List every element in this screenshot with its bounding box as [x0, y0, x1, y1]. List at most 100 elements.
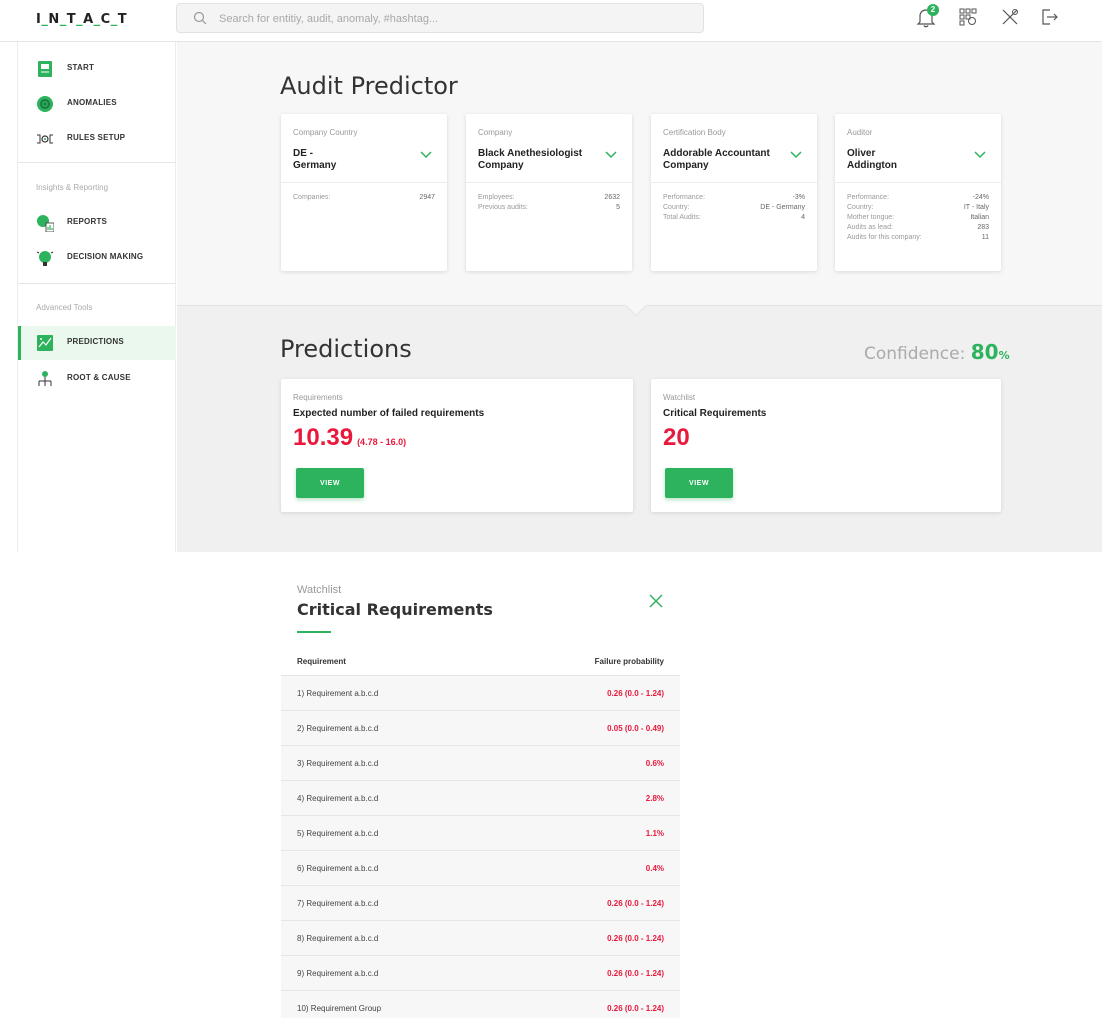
expected-failed-value: 10.39	[293, 424, 354, 451]
card-stats: Employees: 2632 Previous audits: 5	[478, 194, 620, 214]
company-country-select[interactable]: DE - Germany	[293, 148, 413, 172]
apps-button[interactable]	[957, 6, 981, 30]
sidebar-item-label: START	[67, 63, 95, 72]
table-row[interactable]: 5) Requirement a.b.c.d 1.1%	[281, 816, 680, 851]
chevron-down-icon[interactable]	[604, 150, 618, 160]
probability-cell: 0.26 (0.0 - 1.24)	[607, 899, 664, 908]
card-caption: Company Country	[293, 128, 358, 137]
stat-value: Italian	[970, 214, 989, 221]
probability-cell: 0.4%	[645, 864, 664, 873]
card-divider	[281, 182, 447, 183]
critical-requirements-count: 20	[663, 424, 690, 451]
stat-label: Mother tongue:	[847, 214, 895, 221]
certification-body-select[interactable]: Addorable Accountant Company	[663, 148, 783, 172]
prediction-range: (4.78 - 16.0)	[357, 437, 407, 447]
probability-cell: 0.6%	[645, 759, 664, 768]
sidebar-item-decision-making[interactable]: DECISION MAKING	[18, 241, 176, 275]
card-divider	[835, 182, 1001, 183]
sidebar-item-predictions[interactable]: PREDICTIONS	[18, 326, 176, 360]
confidence-unit: %	[998, 349, 1010, 362]
search-input[interactable]	[219, 9, 689, 29]
sidebar-item-label: ROOT & CAUSE	[67, 373, 131, 382]
prediction-value: 20	[663, 424, 690, 452]
requirement-cell: 1) Requirement a.b.c.d	[297, 689, 379, 698]
logout-button[interactable]	[1039, 6, 1063, 30]
table-row[interactable]: 2) Requirement a.b.c.d 0.05 (0.0 - 0.49)	[281, 711, 680, 746]
close-icon[interactable]	[649, 594, 663, 608]
stat-label: Performance:	[663, 194, 706, 201]
card-divider	[651, 182, 817, 183]
view-requirements-button[interactable]: VIEW	[296, 468, 364, 498]
chevron-down-icon[interactable]	[419, 150, 433, 160]
requirement-cell: 2) Requirement a.b.c.d	[297, 724, 379, 733]
card-stats: Performance: -3% Country: DE - Germany Tot…	[663, 194, 805, 224]
sidebar-item-reports[interactable]: REPORTS	[18, 206, 176, 240]
sidebar-item-label: REPORTS	[67, 217, 108, 226]
stat-label: Total Audits:	[663, 214, 701, 221]
anomalies-icon	[37, 96, 53, 112]
tools-button[interactable]	[999, 6, 1023, 30]
requirement-cell: 4) Requirement a.b.c.d	[297, 794, 379, 803]
sidebar-item-root-cause[interactable]: ROOT & CAUSE	[18, 362, 176, 396]
column-header-requirement[interactable]: Requirement	[297, 657, 346, 666]
column-header-failure-probability[interactable]: Failure probability	[595, 657, 664, 666]
app-logo[interactable]: I_N_T_A_C_T	[36, 12, 127, 27]
table-row[interactable]: 3) Requirement a.b.c.d 0.6%	[281, 746, 680, 781]
chevron-down-icon[interactable]	[973, 150, 987, 160]
requirement-cell: 9) Requirement a.b.c.d	[297, 969, 379, 978]
table-row[interactable]: 10) Requirement Group 0.26 (0.0 - 1.24)	[281, 991, 680, 1018]
confidence-value: 80	[970, 340, 999, 364]
sidebar-item-label: PREDICTIONS	[67, 337, 124, 346]
stat-value: -24%	[972, 194, 989, 201]
stat-value: DE - Germany	[760, 204, 805, 211]
table-row[interactable]: 9) Requirement a.b.c.d 0.26 (0.0 - 1.24)	[281, 956, 680, 991]
watchlist-modal: Watchlist Critical Requirements Requirem…	[281, 572, 680, 1018]
company-country-card[interactable]: Company Country DE - Germany Companies: 2…	[281, 114, 447, 271]
notifications-button[interactable]: 2	[915, 4, 939, 30]
table-row[interactable]: 7) Requirement a.b.c.d 0.26 (0.0 - 1.24)	[281, 886, 680, 921]
stat-label: Country:	[663, 204, 690, 211]
sidebar-item-start[interactable]: START	[18, 52, 176, 86]
requirement-cell: 8) Requirement a.b.c.d	[297, 934, 379, 943]
stat-value: 283	[977, 224, 989, 231]
stat-label: Employees:	[478, 194, 515, 201]
stat-value: 5	[616, 204, 620, 211]
notification-badge: 2	[927, 4, 939, 16]
sidebar-divider	[18, 162, 176, 163]
sidebar-divider	[18, 283, 176, 284]
sidebar-item-anomalies[interactable]: ANOMALIES	[18, 87, 176, 121]
stat-value: 11	[981, 234, 989, 241]
table-row[interactable]: 1) Requirement a.b.c.d 0.26 (0.0 - 1.24)	[281, 676, 680, 711]
company-select[interactable]: Black Anethesiologist Company	[478, 148, 598, 172]
auditor-select[interactable]: Oliver Addington	[847, 148, 927, 172]
table-row[interactable]: 4) Requirement a.b.c.d 2.8%	[281, 781, 680, 816]
card-caption: Watchlist	[663, 393, 696, 402]
predictions-title: Predictions	[280, 335, 412, 363]
stat-label: Audits as lead:	[847, 224, 893, 231]
failed-requirements-card: Requirements Expected number of failed r…	[281, 379, 633, 512]
stat-label: Country:	[847, 204, 874, 211]
sidebar-section-advanced: Advanced Tools	[36, 303, 93, 312]
root-cause-icon	[38, 371, 52, 386]
auditor-card[interactable]: Auditor Oliver Addington Performance: -24…	[835, 114, 1001, 271]
table-row[interactable]: 6) Requirement a.b.c.d 0.4%	[281, 851, 680, 886]
predictions-icon	[37, 335, 53, 351]
stat-label: Performance:	[847, 194, 890, 201]
company-card[interactable]: Company Black Anethesiologist Company Em…	[466, 114, 632, 271]
sidebar-item-rules-setup[interactable]: RULES SETUP	[18, 122, 176, 156]
sidebar-section-insights: Insights & Reporting	[36, 183, 109, 192]
critical-requirements-card: Watchlist Critical Requirements 20 VIEW	[651, 379, 1001, 512]
certification-body-card[interactable]: Certification Body Addorable Accountant …	[651, 114, 817, 271]
search-box[interactable]	[176, 3, 704, 33]
sidebar: START ANOMALIES RULES SETUP Insights & R…	[17, 42, 176, 552]
stat-label: Previous audits:	[478, 204, 528, 211]
card-title: Expected number of failed requirements	[293, 408, 485, 419]
stat-value: 2632	[604, 194, 620, 201]
rules-setup-icon	[37, 134, 53, 144]
chevron-down-icon[interactable]	[789, 150, 803, 160]
sidebar-item-label: DECISION MAKING	[67, 252, 144, 261]
view-watchlist-button[interactable]: VIEW	[665, 468, 733, 498]
table-row[interactable]: 8) Requirement a.b.c.d 0.26 (0.0 - 1.24)	[281, 921, 680, 956]
card-divider	[466, 182, 632, 183]
requirement-cell: 3) Requirement a.b.c.d	[297, 759, 379, 768]
